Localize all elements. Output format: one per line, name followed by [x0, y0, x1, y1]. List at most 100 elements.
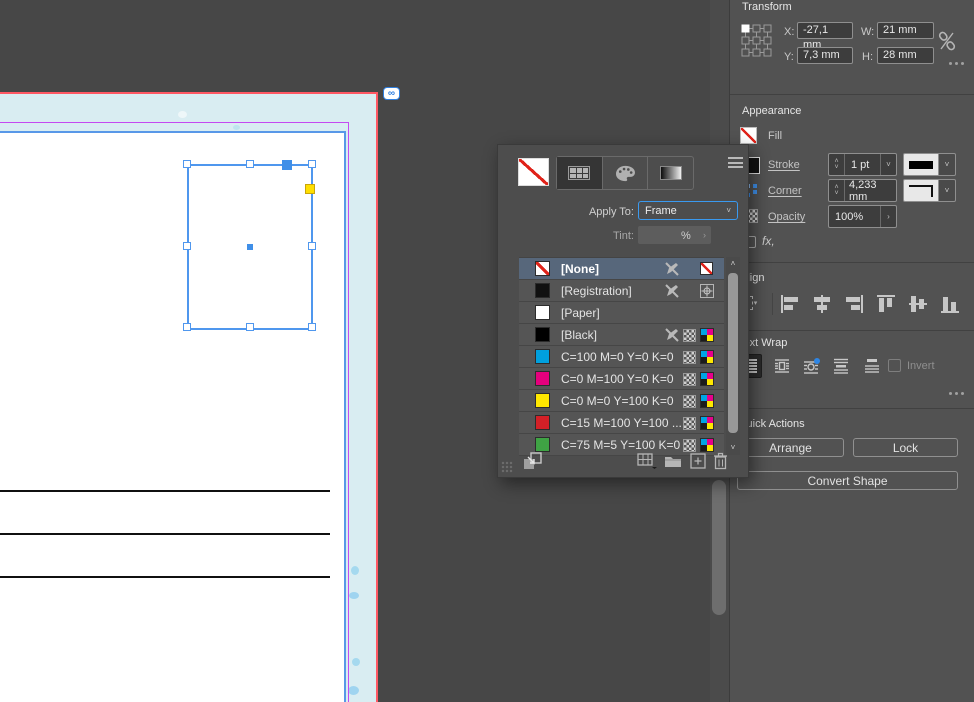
tab-swatches[interactable] [557, 157, 603, 189]
scroll-down-icon[interactable]: ˅ [726, 441, 740, 455]
panel-resize-grip[interactable] [501, 461, 513, 473]
swatch-row-black[interactable]: [Black] [519, 324, 724, 346]
constrain-proportions-broken-link-icon[interactable] [938, 29, 956, 53]
resize-handle-bottom-right[interactable] [308, 323, 316, 331]
y-input[interactable]: 7,3 mm [797, 47, 853, 64]
stroke-color-dropdown[interactable]: ˅ [939, 153, 956, 176]
current-fill-none-swatch[interactable] [518, 158, 549, 186]
page-rule-line[interactable] [0, 490, 330, 492]
swatch-row-red[interactable]: C=15 M=100 Y=100 ... [519, 412, 724, 434]
section-divider [730, 94, 974, 95]
x-label: X: [784, 26, 794, 38]
convert-shape-button[interactable]: Convert Shape [737, 471, 958, 490]
panel-menu-icon[interactable] [728, 157, 743, 168]
opacity-value: 100% [829, 206, 880, 227]
transform-more-options[interactable] [949, 62, 971, 66]
text-wrap-more-options[interactable] [949, 392, 971, 396]
stroke-weight-control[interactable]: ˄˅ 1 pt ˅ [828, 153, 897, 176]
corner-edit-handle[interactable] [305, 184, 315, 194]
w-input[interactable]: 21 mm [877, 22, 934, 39]
document-scrollbar-thumb[interactable] [712, 480, 726, 615]
tint-percent-label: % [681, 230, 721, 242]
opacity-control[interactable]: 100% › [828, 205, 897, 228]
anchor-handle[interactable] [282, 160, 292, 170]
margin-guide-vertical [348, 122, 349, 702]
tab-gradient[interactable] [648, 157, 693, 189]
resize-handle-bottom-left[interactable] [183, 323, 191, 331]
swatch-name: C=0 M=0 Y=100 K=0 [561, 394, 674, 408]
page-rule-line[interactable] [0, 576, 330, 578]
stroke-stepper[interactable]: ˄˅ [829, 154, 845, 175]
x-input[interactable]: -27,1 mm [797, 22, 853, 39]
w-label: W: [861, 26, 874, 38]
new-swatch-icon[interactable] [690, 451, 706, 471]
page-rule-line[interactable] [0, 533, 330, 535]
resize-handle-top-left[interactable] [183, 160, 191, 168]
swatch-row-registration[interactable]: [Registration] [519, 280, 724, 302]
lock-button[interactable]: Lock [853, 438, 958, 457]
none-mini-icon [700, 262, 713, 275]
fill-swatch[interactable] [740, 127, 757, 144]
corner-radius-value: 4,233 mm [845, 180, 896, 201]
align-left-button[interactable] [778, 292, 802, 316]
tab-color-mixer[interactable] [603, 157, 649, 189]
swatch-color-chip [535, 261, 550, 276]
corner-shape-swatch[interactable] [903, 179, 939, 202]
align-right-button[interactable] [842, 292, 866, 316]
new-color-group-folder-icon[interactable] [664, 451, 682, 471]
swatches-grid-icon [568, 166, 590, 180]
corner-stepper[interactable]: ˄˅ [829, 180, 845, 201]
swatch-color-chip [535, 393, 550, 408]
align-bottom-button[interactable] [938, 292, 962, 316]
invert-label: Invert [907, 360, 935, 372]
swatch-views-menu-icon[interactable] [637, 451, 657, 471]
align-vertical-center-button[interactable] [906, 292, 930, 316]
swatch-name: C=0 M=100 Y=0 K=0 [561, 372, 674, 386]
resize-handle-middle-right[interactable] [308, 242, 316, 250]
corner-label[interactable]: Corner [768, 185, 802, 197]
align-horizontal-center-button[interactable] [810, 292, 834, 316]
frame-center-point[interactable] [247, 244, 253, 250]
swatch-row-yellow[interactable]: C=0 M=0 Y=100 K=0 [519, 390, 724, 412]
load-swatches-icon[interactable] [522, 451, 544, 471]
scroll-up-icon[interactable]: ˄ [726, 257, 740, 271]
effects-fx-button[interactable]: fx, [762, 234, 775, 248]
swatch-list-scrollbar[interactable]: ˄ ˅ [726, 257, 740, 455]
stroke-color-swatch[interactable] [903, 153, 939, 176]
resize-handle-middle-left[interactable] [183, 242, 191, 250]
delete-swatch-trash-icon[interactable] [713, 451, 728, 471]
resize-handle-bottom-center[interactable] [246, 323, 254, 331]
fill-label: Fill [768, 130, 782, 142]
opacity-flyout[interactable]: › [880, 206, 896, 227]
corner-shape-dropdown[interactable]: ˅ [939, 179, 956, 202]
wrap-bounding-box-button[interactable] [770, 354, 794, 378]
swatch-row-paper[interactable]: [Paper] [519, 302, 724, 324]
apply-to-dropdown[interactable]: Frame ˅ [638, 201, 738, 220]
jump-object-button[interactable] [829, 354, 853, 378]
opacity-label[interactable]: Opacity [768, 211, 805, 223]
stroke-label[interactable]: Stroke [768, 159, 800, 171]
resize-handle-top-center[interactable] [246, 160, 254, 168]
swatch-row-magenta[interactable]: C=0 M=100 Y=0 K=0 [519, 368, 724, 390]
resize-handle-top-right[interactable] [308, 160, 316, 168]
swatch-name: [Black] [561, 328, 597, 342]
reference-point-proxy[interactable] [741, 24, 772, 57]
corner-radius-control[interactable]: ˄˅ 4,233 mm [828, 179, 897, 202]
selected-frame[interactable] [187, 164, 313, 330]
arrange-button[interactable]: Arrange [737, 438, 844, 457]
invert-checkbox[interactable] [888, 359, 901, 372]
swatch-color-chip [535, 437, 550, 452]
margin-guide-horizontal [0, 122, 348, 123]
swatch-list: [None] [Registration] [Paper] [519, 257, 724, 455]
swatch-row-none[interactable]: [None] [519, 258, 724, 280]
swatch-row-cyan[interactable]: C=100 M=0 Y=0 K=0 [519, 346, 724, 368]
swatch-scrollbar-thumb[interactable] [728, 273, 738, 433]
wrap-object-shape-button[interactable] [800, 354, 824, 378]
image-speckle [348, 686, 359, 695]
align-top-button[interactable] [874, 292, 898, 316]
h-input[interactable]: 28 mm [877, 47, 934, 64]
jump-to-next-column-button[interactable] [860, 354, 884, 378]
link-badge[interactable]: ∞ [383, 87, 400, 100]
stroke-weight-dropdown[interactable]: ˅ [880, 154, 896, 175]
grayscale-icon [683, 417, 696, 430]
